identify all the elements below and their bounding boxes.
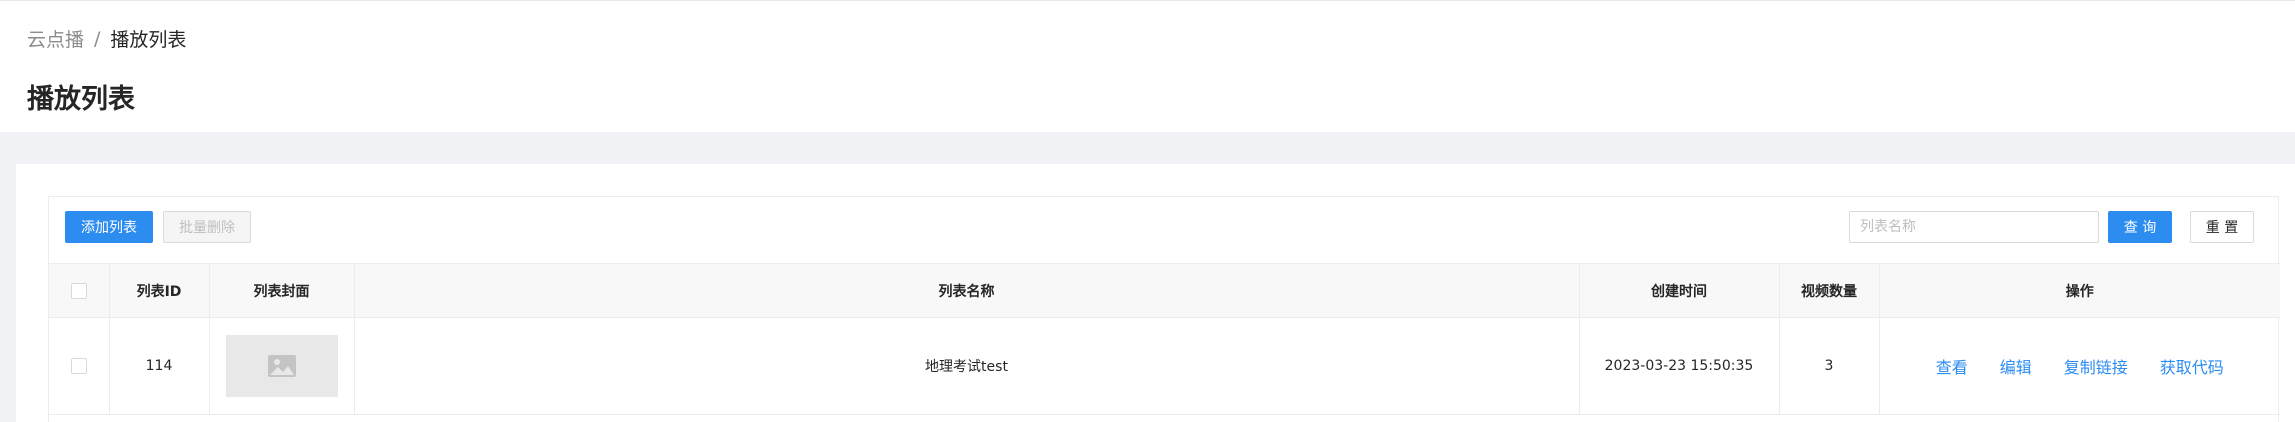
copy-link-link[interactable]: 复制链接 (2064, 354, 2128, 378)
row-select-cell (49, 317, 110, 415)
column-header-id: 列表ID (109, 263, 210, 318)
row-actions-cell: 查看 编辑 复制链接 获取代码 (1879, 317, 2281, 415)
table-header-row: 列表ID 列表封面 列表名称 创建时间 视频数量 操作 (49, 263, 2280, 318)
table-row: 114 地理考试test 2023-03-23 15:50:35 3 查看 编辑… (49, 317, 2281, 415)
column-header-name: 列表名称 (354, 263, 1580, 318)
column-header-cover: 列表封面 (209, 263, 355, 318)
row-cover-cell (209, 317, 355, 415)
breadcrumb-separator: / (94, 27, 101, 50)
playlist-name-search-input[interactable] (1849, 211, 2099, 243)
row-actions: 查看 编辑 复制链接 获取代码 (1880, 354, 2281, 378)
row-video-count: 3 (1779, 317, 1880, 415)
breadcrumb: 云点播 / 播放列表 (27, 25, 186, 52)
page-header: 云点播 / 播放列表 播放列表 (0, 0, 2295, 132)
column-header-actions: 操作 (1879, 263, 2280, 318)
reset-button[interactable]: 重 置 (2190, 211, 2254, 243)
batch-delete-button[interactable]: 批量删除 (163, 211, 251, 243)
breadcrumb-current: 播放列表 (110, 29, 187, 51)
select-all-checkbox[interactable] (70, 282, 87, 299)
column-header-count: 视频数量 (1779, 263, 1880, 318)
edit-link[interactable]: 编辑 (2000, 354, 2032, 378)
playlist-table: 列表ID 列表封面 列表名称 创建时间 视频数量 操作 114 地理考试test… (49, 263, 2280, 415)
row-name: 地理考试test (354, 317, 1580, 415)
get-code-link[interactable]: 获取代码 (2160, 354, 2224, 378)
query-button[interactable]: 查 询 (2108, 211, 2172, 243)
column-header-created: 创建时间 (1579, 263, 1780, 318)
select-all-cell (49, 263, 110, 318)
image-placeholder-icon (225, 335, 338, 397)
row-checkbox[interactable] (70, 358, 87, 374)
row-id: 114 (109, 317, 210, 415)
playlist-table-panel: 添加列表 批量删除 查 询 重 置 列表ID 列表封面 列表名称 创建时间 视频… (48, 196, 2280, 422)
row-created-time: 2023-03-23 15:50:35 (1579, 317, 1780, 415)
toolbar: 添加列表 批量删除 查 询 重 置 (49, 197, 2278, 263)
breadcrumb-root-link[interactable]: 云点播 (27, 25, 84, 52)
add-playlist-button[interactable]: 添加列表 (65, 211, 153, 243)
view-link[interactable]: 查看 (1936, 354, 1968, 378)
page-title: 播放列表 (27, 84, 135, 115)
